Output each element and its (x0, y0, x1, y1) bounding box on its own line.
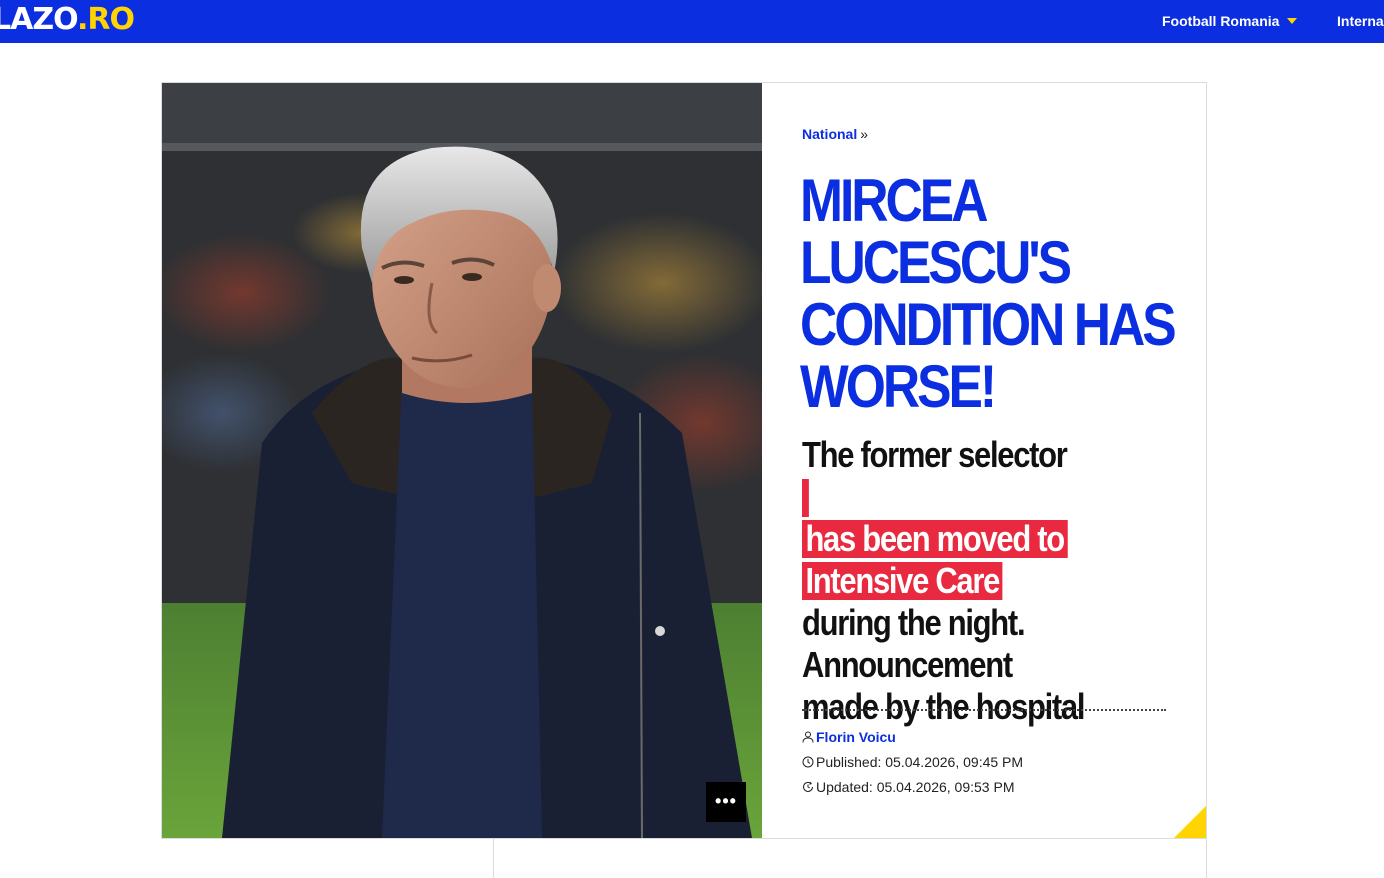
headline-line: CONDITION HAS (800, 291, 1177, 358)
subtitle-line: made by the hospital (802, 686, 1085, 727)
meta-divider (802, 709, 1166, 711)
updated-date: Updated: 05.04.2026, 09:53 PM (816, 779, 1015, 795)
top-navigation-bar: LAZO.RO Football Romania Interna (0, 0, 1384, 43)
column-divider (493, 839, 494, 878)
breadcrumb: National» (802, 125, 868, 143)
coach-portrait-illustration (162, 83, 762, 838)
subtitle-line: Intensive Care (802, 560, 1129, 602)
clock-icon (802, 756, 814, 768)
corner-accent (1174, 806, 1206, 838)
headline-line: LUCESCU'S (800, 229, 1072, 296)
logo-text: LAZO (0, 2, 78, 37)
published-date: Published: 05.04.2026, 09:45 PM (816, 754, 1024, 770)
updated-row: Updated: 05.04.2026, 09:53 PM (802, 778, 1014, 796)
subtitle-line: The former selector (802, 434, 1129, 518)
more-options-button[interactable]: ••• (706, 782, 746, 822)
subtitle-highlight: has been moved to (802, 520, 1068, 558)
nav-item-football-romania[interactable]: Football Romania (1162, 12, 1298, 30)
highlight-marker (802, 479, 809, 517)
headline-line: MIRCEA (800, 167, 988, 234)
chevron-down-icon (1287, 18, 1298, 24)
subtitle-highlight: Intensive Care (802, 562, 1003, 600)
breadcrumb-separator: » (860, 126, 869, 142)
nav-item-international[interactable]: Interna (1337, 12, 1384, 30)
article-subtitle: The former selector has been moved to In… (802, 434, 1129, 728)
published-row: Published: 05.04.2026, 09:45 PM (802, 753, 1023, 771)
subtitle-line: during the night. (802, 602, 1026, 643)
site-logo[interactable]: LAZO.RO (0, 2, 135, 38)
subtitle-text: The former selector (802, 434, 1068, 475)
subtitle-line: Announcement (802, 644, 1013, 685)
author-row: Florin Voicu (802, 728, 896, 746)
nav-item-label: Football Romania (1162, 13, 1280, 29)
logo-suffix: RO (87, 2, 135, 37)
breadcrumb-category-link[interactable]: National (802, 126, 857, 142)
subtitle-line: has been moved to (802, 518, 1129, 560)
author-link[interactable]: Florin Voicu (816, 729, 896, 745)
article-headline: MIRCEA LUCESCU'S CONDITION HAS WORSE! (800, 167, 1177, 420)
nav-item-label: Interna (1337, 13, 1384, 29)
logo-dot: . (76, 2, 88, 37)
user-icon (802, 731, 814, 743)
column-divider (1206, 839, 1207, 878)
article-hero-image[interactable] (162, 83, 762, 838)
refresh-clock-icon (803, 781, 813, 792)
headline-line: WORSE! (800, 353, 997, 420)
